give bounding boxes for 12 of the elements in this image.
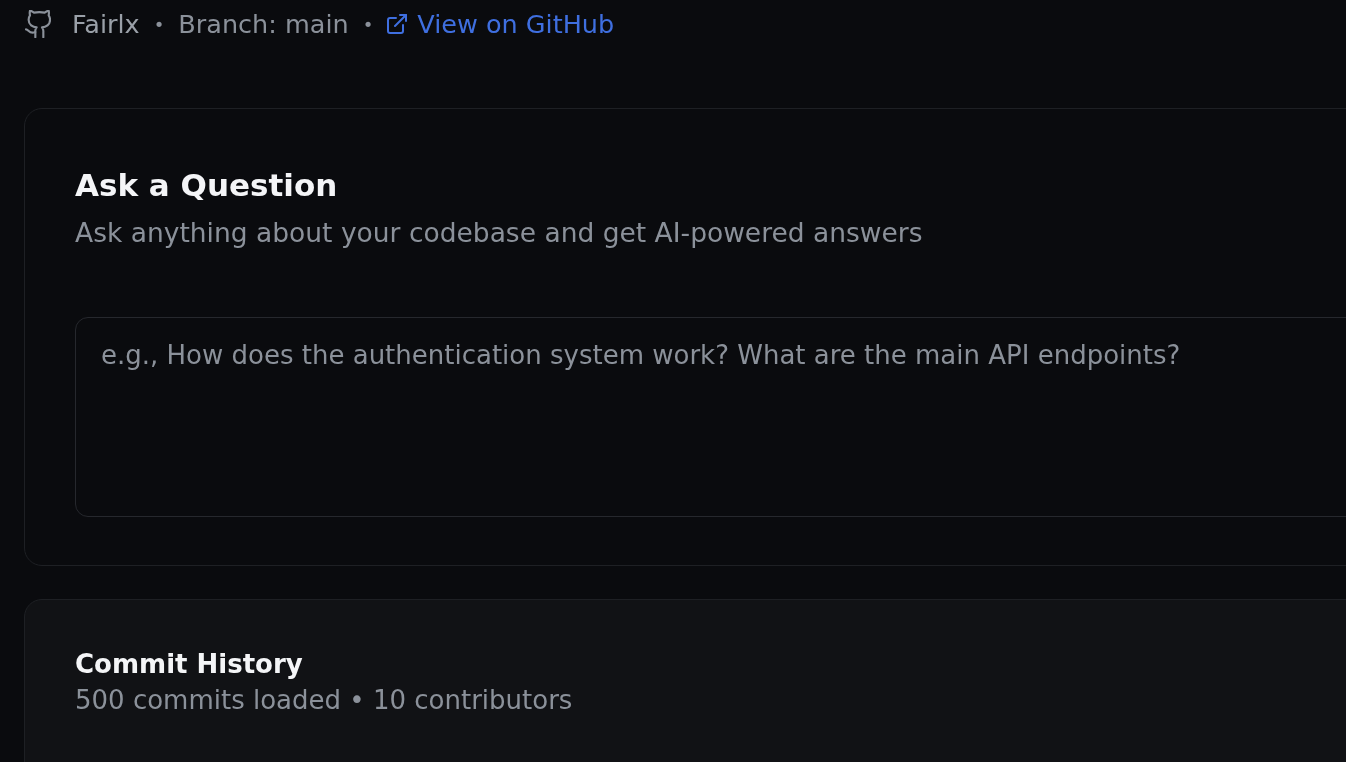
github-icon: [25, 10, 51, 38]
external-link-icon: [387, 14, 408, 34]
panel-subtitle: Ask anything about your codebase and get AI-powered answers: [75, 216, 924, 250]
commit-summary: 500 commits loaded • 10 contributors: [75, 684, 574, 717]
separator-dot: •: [362, 13, 374, 35]
panel-title: Ask a Question: [75, 166, 339, 205]
separator-dot: •: [153, 13, 165, 35]
view-on-github-link[interactable]: View on GitHub: [387, 9, 615, 39]
repo-name: Fairlx: [72, 9, 140, 39]
branch-label: Branch: main: [178, 9, 349, 39]
panel-title: Commit History: [75, 648, 304, 681]
question-input[interactable]: e.g., How does the authentication system work? What are the main API endpoints?: [75, 317, 1346, 517]
